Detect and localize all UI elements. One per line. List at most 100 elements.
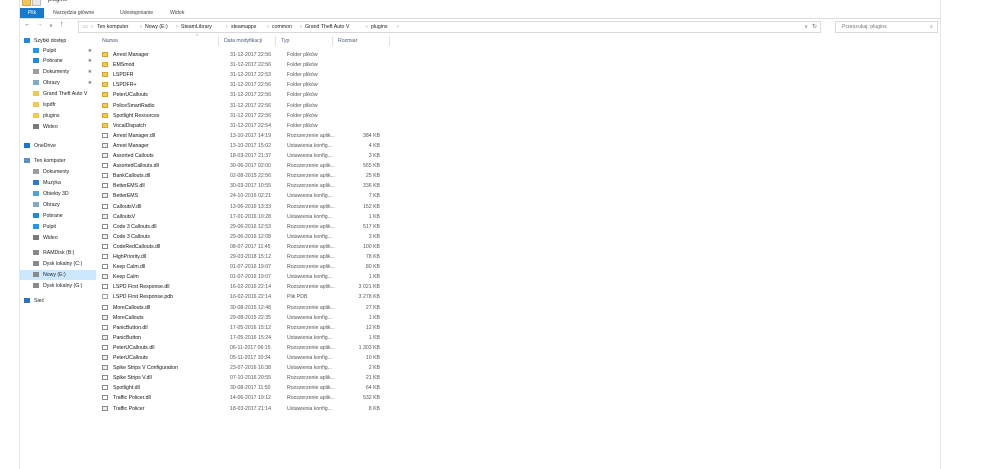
recent-dropdown-icon[interactable]: ∨ [49,23,53,29]
file-row[interactable]: BetterEMS 24-10-2016 02:21 Ustawienia konf… [97,191,397,201]
nav-item[interactable]: Obiekty 3D [20,189,96,199]
nav-item[interactable]: Szybki dostęp [20,36,96,46]
file-row[interactable]: AssortedCallouts.dll 30-06-2017 02:00 Rozs… [97,161,397,171]
desktop-icon [33,224,39,229]
file-row[interactable]: PeterUCallouts 31-12-2017 22:56 Folder pli… [97,90,397,100]
nav-item[interactable]: Grand Theft Auto V [20,89,96,99]
nav-item[interactable]: Dokumenty ✱ [20,67,96,77]
nav-item[interactable]: Pobrane [20,211,96,221]
file-row[interactable]: Traffic Policer 18-03-2017 21:14 Ustawieni… [97,404,397,414]
file-type: Ustawienia konfig... [287,153,332,159]
file-row[interactable]: LSPD First Response.pdb 16-02-2016 22:14 P… [97,292,397,302]
nav-item[interactable]: lspdfr [20,100,96,110]
file-row[interactable]: Spotlight Resources 31-12-2017 22:56 Folde… [97,111,397,121]
config-file-icon [102,405,108,411]
nav-item[interactable]: Pulpit [20,222,96,232]
file-row[interactable]: VocalDispatch 31-12-2017 22:54 Folder plik… [97,121,397,131]
config-file-icon [102,213,108,219]
search-input[interactable]: Przeszukaj: plugins ⌕ [835,21,938,33]
file-row[interactable]: LSPD First Response.dll 16-02-2016 22:14 R… [97,282,397,292]
file-row[interactable]: PanicButton 17-05-2016 15:24 Ustawienia ko… [97,333,397,343]
nav-item[interactable]: plugins [20,111,96,121]
nav-item[interactable]: Wideo [20,233,96,243]
file-date: 30-06-2017 02:00 [230,163,271,170]
back-arrow-icon[interactable]: ← [24,21,31,28]
file-row[interactable]: Code 3 Callouts 29-06-2016 12:08 Ustawieni… [97,232,397,242]
file-row[interactable]: Arrest Manager 13-10-2017 15:02 Ustawienia… [97,141,397,151]
documents-icon [33,69,39,74]
chevron-down-icon[interactable]: ∨ [804,22,808,32]
file-row[interactable]: Traffic Policer.dll 14-06-2017 19:12 Rozsz… [97,393,397,403]
file-row[interactable]: BankCallouts.dll 02-08-2015 22:56 Rozszerz… [97,171,397,181]
file-row[interactable]: CalloutsV.dll 13-06-2016 13:33 Rozszerzeni… [97,202,397,212]
nav-item[interactable]: Sieć [20,296,96,306]
file-row[interactable]: CalloutsV 17-01-2016 10:28 Ustawienia konf… [97,212,397,222]
file-type: Rozszerzenie aplik... [287,173,335,180]
nav-item[interactable]: Dokumenty [20,167,96,177]
file-row[interactable]: Arrest Manager 31-12-2017 22:56 Folder pli… [97,50,397,60]
file-row[interactable]: Spike Strips V Configuration 23-07-2016 1… [97,363,397,373]
file-type: Folder plików [287,72,318,79]
nav-item[interactable]: OneDrive [20,141,96,151]
breadcrumb-common[interactable]: common [272,22,292,32]
nav-item[interactable]: Obrazy [20,200,96,210]
file-row[interactable]: Keep Calm.dll 01-07-2016 19:07 Rozszerzeni… [97,262,397,272]
nav-item[interactable]: Obrazy ✱ [20,78,96,88]
tab-view[interactable]: Widok [170,8,184,18]
file-row[interactable]: CodeRedCallouts.dll 08-07-2017 11:45 Rozsz… [97,242,397,252]
file-type: Folder plików [287,112,318,119]
ribbon-tabs: Plik Narzędzia główne Udostępnianie Wido… [20,8,940,19]
nav-item[interactable]: Nowy (E:) [20,270,96,280]
breadcrumb-drive[interactable]: Nowy (E:) [145,22,168,32]
properties-icon[interactable] [32,0,41,6]
file-row[interactable]: Spike Strips V.dll 07-10-2016 20:55 Rozsze… [97,373,397,383]
file-row[interactable]: Arrest Manager.dll 13-10-2017 14:19 Rozsze… [97,131,397,141]
file-date: 02-08-2015 22:56 [230,173,271,180]
file-row[interactable]: PeterUCallouts.dll 06-11-2017 06:15 Rozsze… [97,343,397,353]
window-title: plugins [48,0,68,3]
up-arrow-icon[interactable]: ↑ [60,21,64,28]
file-row[interactable]: Assorted Callouts 18-03-2017 21:37 Ustawie… [97,151,397,161]
address-bar[interactable]: ▭ › Ten komputer › Nowy (E:) › SteamLibr… [78,21,821,33]
breadcrumb-steamapps[interactable]: steamapps [231,22,256,32]
column-header-size[interactable]: Rozmiar [333,36,390,46]
nav-item[interactable]: Wideo [20,122,96,132]
file-date: 17-01-2016 10:28 [230,213,271,220]
file-row[interactable]: Keep Calm 01-07-2016 19:07 Ustawienia konf… [97,272,397,282]
tab-share[interactable]: Udostępnianie [120,8,153,18]
nav-item[interactable]: Muzyka [20,178,96,188]
address-row: ← → ∨ ↑ ▭ › Ten komputer › Nowy (E:) › S… [20,19,940,33]
breadcrumb-gta5[interactable]: Grand Theft Auto V [305,22,349,32]
file-row[interactable]: HighPriority.dll 29-03-2018 15:12 Rozszerz… [97,252,397,262]
nav-item[interactable]: Dysk lokalny (C:) [20,259,96,269]
breadcrumb-steamlibrary[interactable]: SteamLibrary [181,22,212,32]
file-row[interactable]: MoreCallouts.dll 30-08-2015 12:48 Rozszerz… [97,303,397,313]
file-row[interactable]: BetterEMS.dll 30-03-2017 10:55 Rozszerzeni… [97,181,397,191]
breadcrumb-plugins[interactable]: plugins [371,22,387,32]
tab-home[interactable]: Narzędzia główne [53,8,94,18]
forward-arrow-icon[interactable]: → [36,21,43,28]
tab-file[interactable]: Plik [20,8,44,18]
column-header-date[interactable]: Data modyfikacji [219,36,276,46]
nav-item[interactable]: Ten komputer [20,156,96,166]
refresh-icon[interactable]: ↻ [812,22,817,32]
nav-item[interactable]: Pulpit ✱ [20,46,96,56]
nav-item[interactable]: Dysk lokalny (G:) [20,281,96,291]
file-row[interactable]: Code 3 Callouts.dll 29-06-2016 12:53 Rozsz… [97,222,397,232]
file-row[interactable]: PeterUCallouts 05-11-2017 10:34 Ustawienia… [97,353,397,363]
dll-file-icon [102,344,108,350]
file-row[interactable]: Spotlight.dll 30-08-2017 11:50 Rozszerzeni… [97,383,397,393]
nav-item[interactable]: Pobrane ✱ [20,56,96,66]
file-row[interactable]: LSPDFR+ 31-12-2017 22:56 Folder plików [97,80,397,90]
nav-item[interactable]: RAMDisk (B:) [20,248,96,258]
file-row[interactable]: EMSmod 31-12-2017 22:56 Folder plików [97,60,397,70]
column-header-name[interactable]: Nazwa [97,36,219,46]
file-row[interactable]: PoliceSmartRadio 31-12-2017 22:56 Folder p… [97,101,397,111]
column-header-type[interactable]: Typ [276,36,333,46]
file-row[interactable]: MoreCallouts 29-08-2015 22:35 Ustawienia k… [97,313,397,323]
file-size: 80 KB [365,264,380,271]
file-type: Rozszerzenie aplik... [287,132,335,139]
file-row[interactable]: LSPDFR 31-12-2017 22:53 Folder plików [97,70,397,80]
breadcrumb-this-pc[interactable]: Ten komputer [97,22,128,32]
file-row[interactable]: PanicButton.dll 17-05-2016 15:12 Rozszerze… [97,323,397,333]
